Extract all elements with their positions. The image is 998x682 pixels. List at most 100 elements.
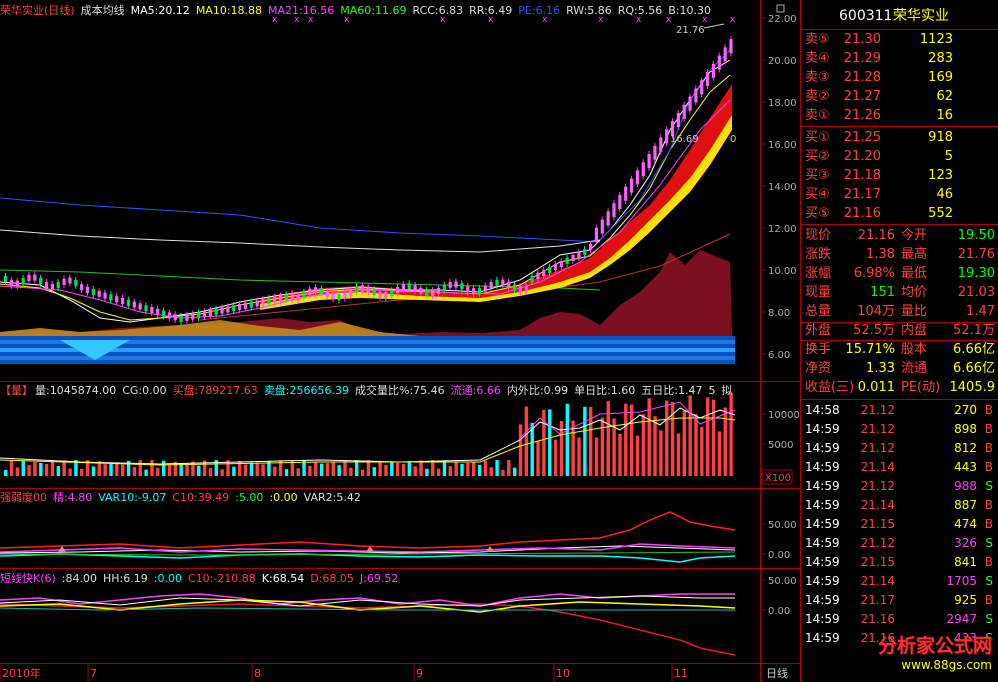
candle-body	[39, 277, 43, 284]
quote-row[interactable]: 收益(三) 0.011 PE(动) 1405.9	[801, 379, 998, 397]
quote-row[interactable]: 买② 21.20 5	[801, 148, 998, 166]
candle-body	[220, 307, 224, 314]
strength-v5: :5.00	[235, 491, 264, 504]
quote-row[interactable]: 净资 1.33 流通 6.66亿	[801, 360, 998, 378]
volume-bar	[536, 441, 540, 476]
candle-body	[273, 296, 277, 303]
volume-bar	[694, 414, 698, 476]
ask-volume: 169	[928, 70, 953, 85]
candle-body	[15, 280, 19, 287]
strength-panel-name[interactable]: 强弱度00	[0, 491, 47, 504]
quote-row[interactable]: 买③ 21.18 123	[801, 167, 998, 185]
quote-row[interactable]: 买④ 21.17 46	[801, 186, 998, 204]
volume-bar	[91, 466, 96, 476]
tick-row[interactable]: 14:59 21.12 988 S	[801, 477, 998, 495]
bid-label: 买③	[805, 168, 830, 183]
tick-row[interactable]: 14:59 21.12 898 B	[801, 420, 998, 438]
tick-row[interactable]: 14:59 21.15 474 B	[801, 515, 998, 533]
quote-row[interactable]: 外盘 52.5万 内盘 52.1万	[801, 322, 998, 340]
volume-bar	[255, 462, 259, 476]
volume-bar	[15, 467, 20, 476]
flow-value: 流通:6.66	[450, 384, 501, 397]
quote-row[interactable]: 卖② 21.27 62	[801, 88, 998, 106]
tick-row[interactable]: 14:59 21.16 2947 S	[801, 610, 998, 628]
switch-value[interactable]: 拟	[721, 384, 732, 397]
period-label[interactable]: 日线	[766, 666, 788, 680]
five-ratio-value: 五日比:1.47	[641, 384, 703, 397]
quote-row[interactable]: 卖③ 21.28 169	[801, 69, 998, 87]
panel-toggle-icon[interactable]	[776, 4, 785, 13]
tick-price: 21.14	[860, 498, 895, 512]
strength-cyan-line	[0, 553, 736, 563]
tick-time: 14:59	[805, 479, 840, 493]
quote-row[interactable]: 涨幅 6.98% 最低 19.30	[801, 265, 998, 283]
volume-panel-name[interactable]: 【量】	[0, 384, 33, 397]
tick-direction: S	[985, 479, 993, 493]
volume-bar	[325, 463, 330, 476]
tick-row[interactable]: 14:59 21.14 887 B	[801, 496, 998, 514]
candle-body	[243, 302, 248, 309]
stat-value: 21.76	[957, 247, 995, 262]
quote-row[interactable]: 买① 21.25 918	[801, 129, 998, 147]
stock-code[interactable]: 600311	[839, 6, 892, 26]
stat-label: 涨幅	[805, 266, 832, 281]
quote-row[interactable]: 卖④ 21.29 283	[801, 50, 998, 68]
stat-value: 151	[870, 285, 895, 300]
quote-row[interactable]: 总量 104万 量比 1.47	[801, 303, 998, 321]
candle-body	[68, 277, 72, 284]
five-value: 5	[708, 384, 716, 397]
candle-body	[653, 145, 657, 160]
volume-bar	[594, 437, 599, 476]
tick-row[interactable]: 14:59 21.12 326 S	[801, 534, 998, 552]
strength-tick-label: 50.00	[768, 520, 797, 531]
candle-body	[600, 219, 604, 234]
quote-row[interactable]: 现价 21.16 今开 19.50	[801, 227, 998, 245]
tick-direction: B	[984, 517, 993, 531]
tick-row[interactable]: 14:59 21.14 1705 S	[801, 572, 998, 590]
volume-bar	[39, 463, 43, 476]
tick-volume: 925	[954, 593, 977, 607]
volume-bar	[366, 460, 371, 476]
quote-row[interactable]: 卖① 21.26 16	[801, 107, 998, 125]
quote-row[interactable]: 卖⑤ 21.30 1123	[801, 31, 998, 49]
tick-time: 14:58	[805, 403, 840, 417]
tick-row[interactable]: 14:59 21.15 841 B	[801, 553, 998, 571]
candle-body	[723, 47, 727, 62]
volume-bar	[565, 403, 569, 476]
tick-row[interactable]: 14:59 21.14 443 B	[801, 458, 998, 476]
bid-label: 买②	[805, 149, 830, 164]
stat-label: 总量	[805, 304, 832, 319]
bid-price: 21.20	[843, 149, 881, 164]
chart-area[interactable]: 22.00 20.00 18.00 16.00 14.00 12.00 10.00 8.00 6…	[0, 0, 800, 682]
volume-bar	[243, 464, 248, 476]
kdj-panel-name[interactable]: 短线快K(6)	[0, 572, 56, 585]
candle-body	[9, 279, 14, 286]
quote-row[interactable]: 涨跌 1.38 最高 21.76	[801, 246, 998, 264]
quote-row[interactable]: 现量 151 均价 21.03	[801, 284, 998, 302]
stat-value: 0.011	[857, 380, 895, 395]
tick-row[interactable]: 14:59 21.12 812 B	[801, 439, 998, 457]
volume-bar	[729, 392, 733, 476]
quote-row[interactable]: 换手 15.71% 股本 6.66亿	[801, 341, 998, 359]
sell-value: 卖盘:256656.39	[263, 384, 350, 397]
stat-value: 21.16	[857, 228, 895, 243]
price-tick-label: 20.00	[768, 56, 797, 67]
stock-name[interactable]: 荣华实业	[893, 6, 949, 26]
volume-unit[interactable]: X100	[765, 473, 791, 484]
volume-bar	[197, 465, 201, 476]
tick-row[interactable]: 14:59 21.17 925 B	[801, 591, 998, 609]
stat-value: 6.66亿	[953, 342, 995, 357]
volume-bar	[44, 463, 49, 476]
tick-time: 14:59	[805, 612, 840, 626]
candle-body	[548, 267, 552, 273]
indicator-name[interactable]: 成本均线	[81, 4, 125, 17]
strength-axis: 50.00 0.00	[760, 520, 797, 561]
candle-body	[91, 289, 95, 295]
tick-direction: B	[984, 555, 993, 569]
price-tick-label: 16.00	[768, 140, 797, 151]
day-ratio-value: 单日比:1.60	[574, 384, 636, 397]
quote-row[interactable]: 买⑤ 21.16 552	[801, 205, 998, 223]
tick-row[interactable]: 14:58 21.12 270 B	[801, 401, 998, 419]
stock-title[interactable]: 荣华实业(日线)	[0, 4, 75, 17]
vol-ratio-value: 成交量比%:75.46	[355, 384, 445, 397]
